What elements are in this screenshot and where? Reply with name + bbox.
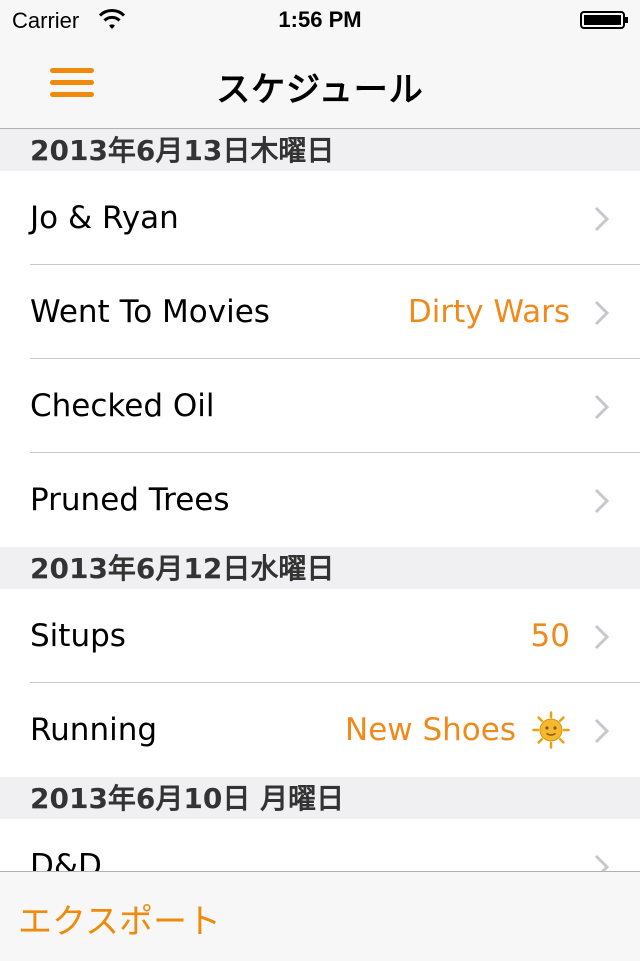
list-item[interactable]: Went To Movies Dirty Wars (0, 265, 640, 359)
item-title: Situps (30, 618, 126, 654)
section-header-date: 2013年6月13日木曜日 (0, 129, 640, 171)
item-detail: New Shoes (345, 712, 516, 748)
item-detail: Dirty Wars (407, 294, 570, 330)
page-title: スケジュール (216, 70, 424, 110)
chevron-right-icon (594, 488, 610, 514)
list-item[interactable]: Checked Oil (0, 359, 640, 453)
item-title: Went To Movies (30, 294, 270, 330)
chevron-right-icon (594, 206, 610, 232)
chevron-right-icon (594, 624, 610, 650)
list-item[interactable]: Running New Shoes (0, 683, 640, 777)
navigation-bar: スケジュール (0, 40, 640, 129)
chevron-right-icon (594, 394, 610, 420)
export-button[interactable]: エクスポート (18, 894, 221, 943)
list-item[interactable]: Situps 50 (0, 589, 640, 683)
item-detail: 50 (530, 618, 570, 654)
item-title: Pruned Trees (30, 482, 230, 518)
section-header-date: 2013年6月12日水曜日 (0, 547, 640, 589)
clock-time: 1:56 PM (278, 7, 362, 32)
chevron-right-icon (594, 718, 610, 744)
sun-face-icon (532, 711, 570, 749)
list-item[interactable]: Pruned Trees (0, 453, 640, 547)
list-item[interactable]: D&D (0, 819, 640, 871)
chevron-right-icon (594, 300, 610, 326)
item-title: Checked Oil (30, 388, 215, 424)
list-item[interactable]: Jo & Ryan (0, 171, 640, 265)
chevron-right-icon (594, 854, 610, 871)
battery-icon (580, 11, 628, 29)
schedule-list[interactable]: 2013年6月13日木曜日 Jo & Ryan Went To Movies D… (0, 129, 640, 871)
section-header-date: 2013年6月10日 月曜日 (0, 777, 640, 819)
item-title: D&D (30, 848, 102, 871)
item-title: Running (30, 712, 158, 748)
item-title: Jo & Ryan (30, 200, 179, 236)
status-bar: Carrier 1:56 PM (0, 0, 640, 40)
bottom-toolbar: エクスポート (0, 871, 640, 961)
